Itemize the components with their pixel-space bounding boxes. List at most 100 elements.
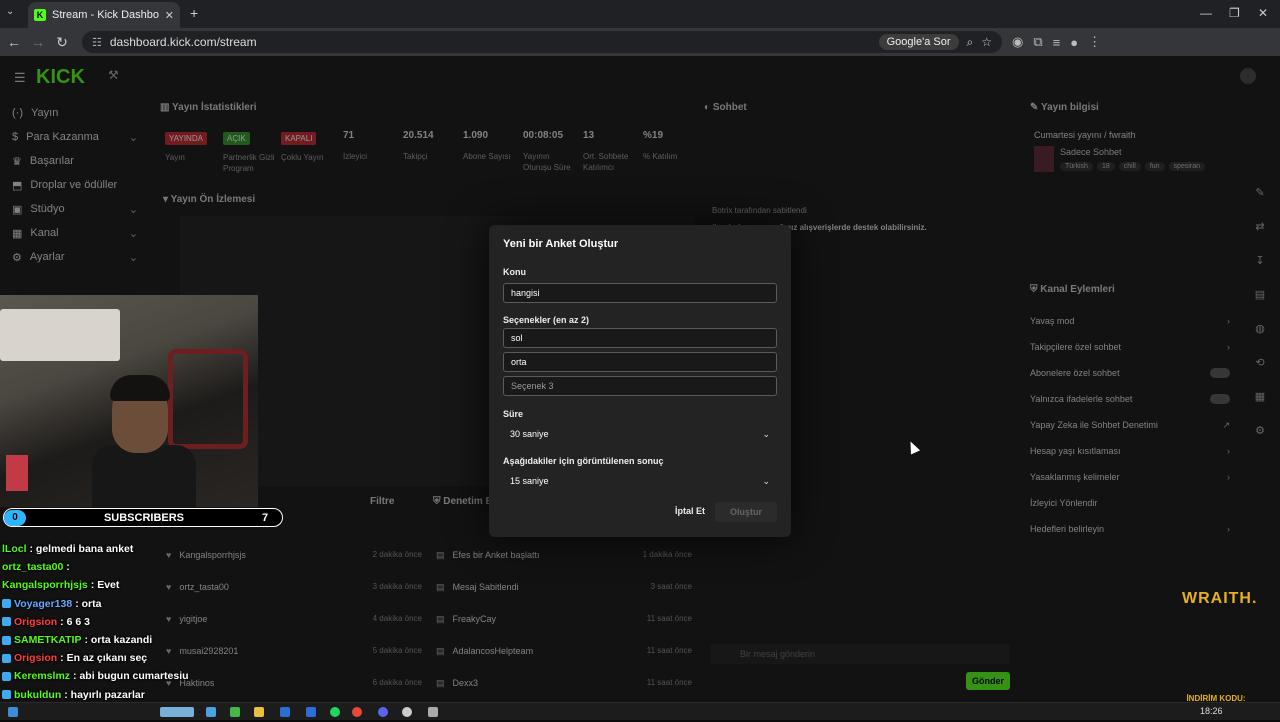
back-icon[interactable]: ← [2, 34, 26, 50]
option-2-input[interactable]: orta [503, 352, 777, 372]
app-icon[interactable] [230, 707, 240, 717]
channel-action-item[interactable]: Hedefleri belirleyin › [1030, 516, 1230, 542]
duration-select[interactable]: 30 saniye ⌄ [503, 424, 777, 444]
chat-message: : gelmedi bana anket [29, 543, 134, 556]
minimize-icon[interactable]: — [1200, 6, 1212, 20]
events-list: ▤ Efes bir Anket başlattı 1 dakika önce ▤ Me… [436, 550, 692, 710]
omnibox[interactable]: ☷ dashboard.kick.com/stream Google'a Sor… [82, 31, 1002, 53]
new-tab-icon[interactable]: + [190, 5, 198, 21]
discord-icon[interactable] [378, 707, 388, 717]
collapse-icon[interactable]: ▾ [163, 194, 171, 205]
toggle-switch[interactable] [1210, 368, 1230, 378]
pinned-by: Botrix tarafından sabitlendi [712, 206, 807, 215]
channel-action-item[interactable]: Hesap yaşı kısıtlaması › [1030, 438, 1230, 464]
weather-icon[interactable] [160, 707, 194, 717]
explorer-icon[interactable] [254, 707, 264, 717]
channel-action-item[interactable]: Yalnızca ifadelerle sohbet [1030, 386, 1230, 412]
close-window-icon[interactable]: ✕ [1258, 6, 1268, 20]
event-icon: ▤ [436, 614, 445, 624]
create-button[interactable]: Oluştur [715, 502, 777, 522]
result-select[interactable]: 15 saniye ⌄ [503, 471, 777, 491]
status-badge-label: YAYINDA [165, 132, 207, 145]
forward-icon[interactable]: → [26, 34, 50, 50]
tab-search-icon[interactable]: ⌄ [6, 6, 14, 17]
overlay-chat-line: Keremslmz: abi bugun cumartesiu [2, 667, 302, 685]
channel-action-item[interactable]: Abonelere özel sohbet [1030, 360, 1230, 386]
chat-send-button[interactable]: Gönder [966, 672, 1010, 690]
cancel-button[interactable]: İptal Et [675, 506, 705, 516]
list-item[interactable]: ▤ AdalancosHelpteam 11 saat önce [436, 646, 692, 678]
channel-action-item[interactable]: Yapay Zeka ile Sohbet Denetimi ↗ [1030, 412, 1230, 438]
hammer-icon[interactable]: ⚒ [108, 68, 119, 82]
wraith-logo: WRAITH. [1182, 590, 1258, 607]
chat-message: : abi bugun cumartesiu [73, 670, 189, 683]
chat-input[interactable]: Bir mesaj gönderin [710, 644, 1010, 664]
spotify-icon[interactable] [330, 707, 340, 717]
stat-label: Abone Sayısı [463, 152, 511, 161]
app2-icon[interactable] [428, 707, 438, 717]
modal-title: Yeni bir Anket Oluştur [503, 238, 619, 250]
event-time: 1 dakika önce [642, 550, 692, 559]
chat-message: : Evet [90, 579, 120, 592]
tag-chip[interactable]: chill [1118, 162, 1141, 171]
menu-dots-icon[interactable]: ⋮ [1088, 34, 1101, 50]
option-1-input[interactable]: sol [503, 328, 777, 348]
extension-icon[interactable]: ◉ [1012, 34, 1023, 50]
event-icon: ▤ [436, 678, 445, 688]
webcam-feed [0, 295, 258, 507]
sidebar-item[interactable]: (·) Yayın [0, 101, 150, 125]
tag-chip[interactable]: spesiran [1168, 162, 1206, 171]
toggle-switch[interactable] [1210, 394, 1230, 404]
bookmark-star-icon[interactable]: ☆ [981, 35, 992, 49]
chat-username: Keremslmz [14, 670, 71, 683]
sidebar-item[interactable]: $ Para Kazanma ⌄ [0, 125, 150, 149]
status-badge-label: AÇIK [223, 132, 250, 145]
sidebar-item[interactable]: ▣ Stüdyo ⌄ [0, 197, 150, 221]
list-item[interactable]: ▤ FreakyCay 11 saat önce [436, 614, 692, 646]
channel-action-item[interactable]: İzleyici Yönlendir [1030, 490, 1230, 516]
browser-tab[interactable]: K Stream - Kick Dashboard ✕ [28, 2, 180, 28]
tool-rail-icons[interactable]: ✎ ⇄ ↧ ▤ ◍ ⟲ ▦ ⚙ [1248, 176, 1272, 448]
restore-icon[interactable]: ❐ [1229, 6, 1240, 20]
avatar[interactable] [1240, 68, 1256, 84]
channel-action-item[interactable]: Yavaş mod › [1030, 308, 1230, 334]
channel-action-item[interactable]: Yasaklanmış kelimeler › [1030, 464, 1230, 490]
tag-chip[interactable]: 18 [1096, 162, 1115, 171]
reload-icon[interactable]: ↻ [50, 34, 74, 51]
puzzle-icon[interactable]: ⧉ [1033, 34, 1042, 50]
chrome-icon[interactable] [352, 707, 362, 717]
chat-message: : orta kazandi [84, 634, 153, 647]
sidebar-item[interactable]: ▦ Kanal ⌄ [0, 221, 150, 245]
option-3-input[interactable]: Seçenek 3 [503, 376, 777, 396]
google-ask-button[interactable]: Google'a Sor [878, 34, 959, 50]
start-icon[interactable] [8, 707, 18, 717]
sidebar-item[interactable]: ⚙ Ayarlar ⌄ [0, 245, 150, 269]
close-tab-icon[interactable]: ✕ [165, 9, 174, 22]
list-item[interactable]: ▤ Efes bir Anket başlattı 1 dakika önce [436, 550, 692, 582]
filter-label[interactable]: Filtre [370, 496, 394, 507]
edge-icon[interactable] [206, 707, 216, 717]
tag-chip[interactable]: Türkish [1060, 162, 1093, 171]
site-info-icon[interactable]: ☷ [92, 36, 102, 49]
list-item[interactable]: ▤ Mesaj Sabitlendi 3 saat önce [436, 582, 692, 614]
topic-input[interactable]: hangisi [503, 283, 777, 303]
clock[interactable]: 18:26 [1200, 706, 1223, 716]
channel-action-item[interactable]: Takipçilere özel sohbet › [1030, 334, 1230, 360]
store-icon[interactable] [306, 707, 316, 717]
url-text[interactable]: dashboard.kick.com/stream [110, 35, 871, 49]
sidebar-item-label: Ayarlar [29, 251, 65, 263]
media-icon[interactable]: ≡ [1053, 35, 1061, 50]
tag-chip[interactable]: fun [1144, 162, 1165, 171]
badge-icon [2, 599, 11, 609]
obs-icon[interactable] [402, 707, 412, 717]
sidebar-item[interactable]: ♛ Başarılar [0, 149, 150, 173]
zoom-icon[interactable]: ⌕ [967, 35, 974, 50]
chat-username: ortz_tasta00 [2, 561, 64, 574]
hamburger-icon[interactable]: ☰ [14, 70, 26, 86]
channel-action-label: İzleyici Yönlendir [1030, 498, 1098, 508]
sidebar-item[interactable]: ⬒ Droplar ve ödüller [0, 173, 150, 197]
kick-logo[interactable]: KICK [36, 66, 85, 89]
profile-icon[interactable]: ● [1070, 35, 1078, 50]
follower-time: 3 dakika önce [372, 582, 422, 591]
outlook-icon[interactable] [280, 707, 290, 717]
